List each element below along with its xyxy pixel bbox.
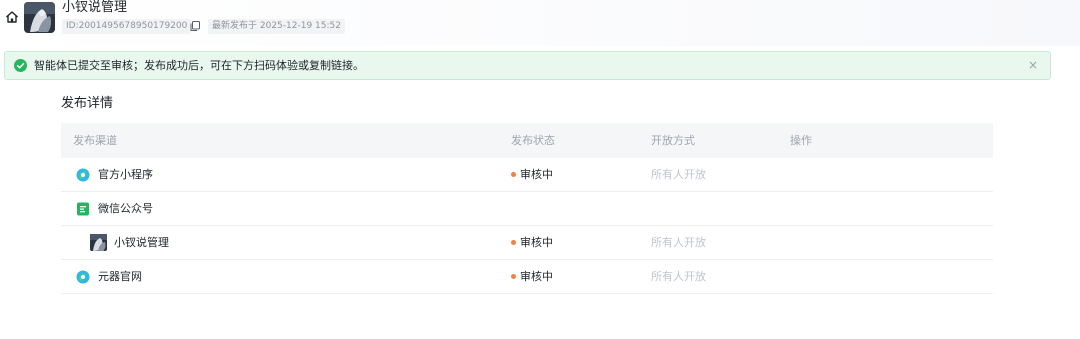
- channel-name: 官方小程序: [98, 168, 153, 181]
- publish-table: 发布渠道 发布状态 开放方式 操作 官方小程序 审核中 所有人开放 微信公众号: [61, 123, 993, 294]
- open-mode: 所有人开放: [651, 236, 706, 249]
- column-header-status: 发布状态: [511, 134, 555, 147]
- table-header: 发布渠道 发布状态 开放方式 操作: [61, 123, 993, 158]
- mini-program-icon: [76, 168, 90, 182]
- close-icon[interactable]: ×: [1026, 58, 1040, 72]
- home-icon[interactable]: [5, 10, 19, 24]
- check-circle-icon: [14, 59, 27, 72]
- table-row: 小钗说管理 审核中 所有人开放: [61, 226, 993, 260]
- agent-id-chip: ID:2001495678950179200: [62, 19, 192, 34]
- wechat-official-account-icon: [77, 202, 89, 216]
- agent-avatar: [24, 2, 55, 33]
- yuanqi-site-icon: [76, 270, 90, 284]
- table-row: 官方小程序 审核中 所有人开放: [61, 158, 993, 192]
- alert-message: 智能体已提交至审核；发布成功后，可在下方扫码体验或复制链接。: [34, 59, 364, 72]
- page-header: 小钗说管理 ID:2001495678950179200 最新发布于 2025-…: [0, 0, 1080, 46]
- column-header-channel: 发布渠道: [73, 134, 117, 147]
- table-row: 元器官网 审核中 所有人开放: [61, 260, 993, 294]
- published-time-chip: 最新发布于 2025-12-19 15:52: [208, 19, 345, 34]
- status-badge: 审核中: [511, 260, 553, 294]
- column-header-open-mode: 开放方式: [651, 134, 695, 147]
- channel-name: 元器官网: [98, 270, 142, 283]
- success-alert: 智能体已提交至审核；发布成功后，可在下方扫码体验或复制链接。 ×: [4, 51, 1051, 80]
- channel-name: 小钗说管理: [114, 236, 169, 249]
- column-header-actions: 操作: [790, 134, 812, 147]
- status-badge: 审核中: [511, 158, 553, 192]
- section-title: 发布详情: [61, 96, 114, 111]
- agent-title: 小钗说管理: [62, 0, 128, 15]
- agent-avatar-icon: [90, 234, 107, 251]
- table-row: 微信公众号: [61, 192, 993, 226]
- open-mode: 所有人开放: [651, 168, 706, 181]
- status-badge: 审核中: [511, 226, 553, 260]
- open-mode: 所有人开放: [651, 270, 706, 283]
- copy-icon[interactable]: [189, 20, 201, 32]
- channel-name: 微信公众号: [98, 202, 153, 215]
